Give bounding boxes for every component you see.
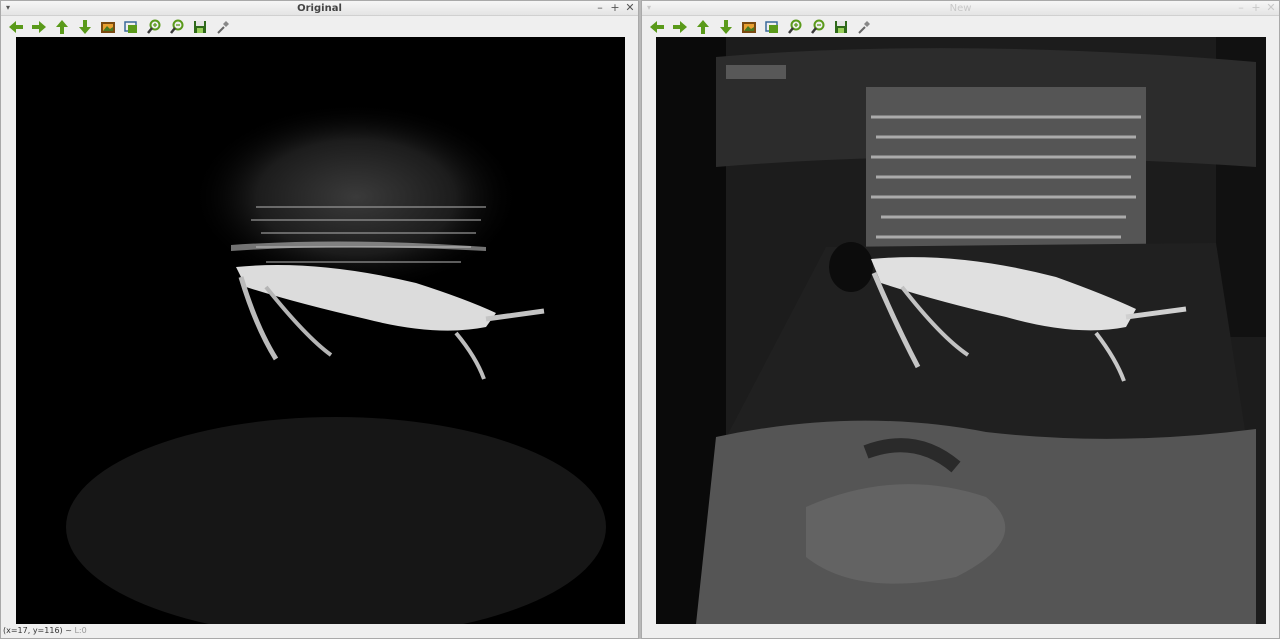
save-icon[interactable] (190, 18, 210, 36)
arrow-down-icon[interactable] (716, 18, 736, 36)
window-title: Original (297, 3, 342, 14)
arrow-left-icon[interactable] (647, 18, 667, 36)
properties-icon[interactable] (213, 18, 233, 36)
level-readout: L:0 (74, 626, 87, 635)
toolbar (1, 16, 638, 38)
arrow-right-icon[interactable] (670, 18, 690, 36)
zoom-out-icon[interactable] (167, 18, 187, 36)
maximize-icon[interactable]: + (610, 1, 620, 16)
save-screenshot-icon[interactable] (121, 18, 141, 36)
close-icon[interactable]: ✕ (625, 1, 635, 16)
titlebar[interactable]: ▾ New – + ✕ (642, 1, 1279, 16)
toolbar (642, 16, 1279, 38)
zoom-out-icon[interactable] (808, 18, 828, 36)
save-image-icon[interactable] (739, 18, 759, 36)
cursor-readout: (x=17, y=116) ~ (3, 626, 72, 635)
save-image-icon[interactable] (98, 18, 118, 36)
close-icon[interactable]: ✕ (1266, 1, 1276, 16)
minimize-icon[interactable]: – (595, 1, 605, 16)
arrow-down-icon[interactable] (75, 18, 95, 36)
original-image-canvas[interactable] (16, 37, 625, 624)
arrow-up-icon[interactable] (52, 18, 72, 36)
arrow-right-icon[interactable] (29, 18, 49, 36)
zoom-in-icon[interactable] (785, 18, 805, 36)
processed-window: ▾ New – + ✕ (641, 0, 1280, 639)
original-window: ▾ Original – + ✕ (x=17, y=116) ~ L:0 (0, 0, 639, 639)
arrow-up-icon[interactable] (693, 18, 713, 36)
maximize-icon[interactable]: + (1251, 1, 1261, 16)
titlebar[interactable]: ▾ Original – + ✕ (1, 1, 638, 16)
properties-icon[interactable] (854, 18, 874, 36)
arrow-left-icon[interactable] (6, 18, 26, 36)
save-icon[interactable] (831, 18, 851, 36)
minimize-icon[interactable]: – (1236, 1, 1246, 16)
window-title: New (949, 3, 972, 14)
processed-image-canvas[interactable] (656, 37, 1266, 624)
statusbar: (x=17, y=116) ~ L:0 (1, 624, 638, 638)
save-screenshot-icon[interactable] (762, 18, 782, 36)
zoom-in-icon[interactable] (144, 18, 164, 36)
